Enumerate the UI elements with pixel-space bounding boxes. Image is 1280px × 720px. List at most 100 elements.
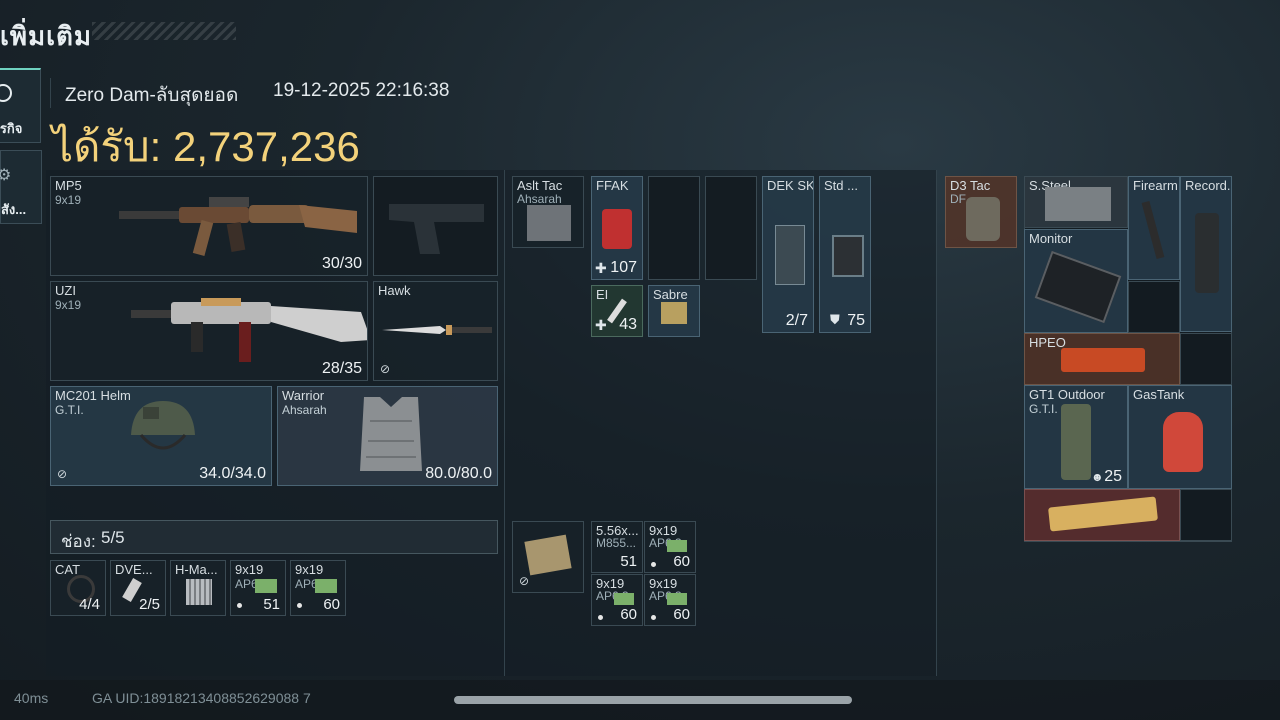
item-name: H-Ma...: [175, 562, 218, 577]
item-count: 60: [673, 553, 690, 570]
helmet-slot[interactable]: MC201 Helm G.T.I. ⊘ 34.0/34.0: [50, 386, 272, 486]
item-count: 60: [620, 606, 637, 623]
backpack-empty-slot[interactable]: [1180, 333, 1232, 385]
item-name: EI: [596, 287, 609, 302]
item-count: 60: [673, 606, 690, 623]
item-name: Warrior: [282, 388, 325, 403]
uid-text: GA UID:18918213408852629088 7: [92, 690, 311, 706]
slots-value: 5/5: [101, 528, 125, 547]
item-count: 107: [610, 259, 637, 276]
medical-cross-icon: ✚: [595, 317, 607, 333]
item-name: DEK SK: [767, 178, 814, 193]
backpack-item-monitor[interactable]: Monitor: [1024, 229, 1128, 333]
sidebar-tab-settings[interactable]: ⚙ สัง...: [0, 150, 42, 224]
item-count: 51: [263, 596, 280, 613]
backpack-item-gastank[interactable]: GasTank: [1128, 385, 1232, 489]
item-name: GT1 Outdoor: [1029, 387, 1105, 402]
rig-item-std[interactable]: Std ... ⛊ 75: [819, 176, 871, 333]
bullet-dot-icon: [237, 603, 242, 608]
ammo-box-icon: [614, 593, 634, 605]
item-count: 60: [323, 596, 340, 613]
pouch-container-slot[interactable]: ⊘: [512, 521, 584, 593]
ammo-box-icon: [315, 579, 337, 593]
pouch-item-ammo[interactable]: 9x19 AP6.3 60: [290, 560, 346, 616]
people-icon: ☻: [1091, 470, 1104, 484]
horizontal-scrollbar[interactable]: [454, 696, 852, 704]
item-name: DVE...: [115, 562, 153, 577]
primary-weapon-slot[interactable]: MP5 9x19 30/30: [50, 176, 368, 276]
bullet-dot-icon: [297, 603, 302, 608]
bullet-dot-icon: [598, 615, 603, 620]
item-name: FFAK: [596, 178, 629, 193]
item-caliber: 9x19: [55, 193, 82, 207]
bandage-icon: [186, 579, 212, 605]
primary-weapon-slot-2[interactable]: UZI 9x19 28/35: [50, 281, 368, 381]
backpack-item-gold[interactable]: [1024, 489, 1180, 541]
backpack-item-ssteel[interactable]: S.Steel: [1024, 176, 1128, 228]
item-brand: G.T.I.: [1029, 402, 1058, 416]
backpack-slot[interactable]: D3 Tac DF: [945, 176, 1017, 248]
unlocked-icon: ⊘: [519, 574, 530, 588]
gas-tank-icon: [1163, 412, 1203, 472]
item-name: MP5: [55, 178, 82, 193]
item-count: 51: [620, 553, 637, 570]
item-name: 9x19: [235, 562, 264, 577]
pouch-item-dve[interactable]: DVE... 2/5: [110, 560, 166, 616]
secondary-weapon-slot[interactable]: [373, 176, 498, 276]
backpack-empty-slot[interactable]: [1180, 489, 1232, 541]
rig-empty-slot[interactable]: [648, 176, 700, 280]
backpack-item-record[interactable]: Record...: [1180, 176, 1232, 332]
rig-ammo-9x19[interactable]: 9x19 AP6.3 60: [591, 574, 643, 626]
monitor-icon: [1034, 250, 1122, 324]
ammo-box-icon: [255, 579, 277, 593]
item-brand: Ahsarah: [282, 403, 327, 417]
map-name: Zero Dam-ลับสุดยอด: [65, 85, 239, 106]
match-datetime: 19-12-2025 22:16:38: [273, 80, 450, 101]
slots-label: ช่อง:: [61, 532, 96, 551]
rig-empty-slot[interactable]: [705, 176, 757, 280]
item-count: 2/7: [785, 312, 808, 329]
chest-rig-slot[interactable]: Aslt Tac Ahsarah: [512, 176, 584, 248]
ammo-box-icon: [667, 593, 687, 605]
device-icon: [832, 235, 864, 277]
rig-item-sabre[interactable]: Sabre: [648, 285, 700, 337]
rig-item-ei[interactable]: EI ✚ 43: [591, 285, 643, 337]
divider: [504, 170, 505, 676]
backpack-empty-slot[interactable]: [1128, 281, 1180, 333]
screen-title: เพิ่มเติม: [0, 21, 93, 51]
item-count: 2/5: [139, 596, 160, 613]
sidebar-tab-missions[interactable]: ภารกิจ: [0, 68, 41, 143]
reward-value: 2,737,236: [172, 123, 360, 170]
rig-item-dek-sk[interactable]: DEK SK 2/7: [762, 176, 814, 333]
backpack-item-hpeo[interactable]: HPEO: [1024, 333, 1180, 385]
rig-ammo-9x19[interactable]: 9x19 AP6.3 60: [644, 574, 696, 626]
pouch-icon: [524, 534, 572, 576]
pouch-item-hma[interactable]: H-Ma...: [170, 560, 226, 616]
item-name: Sabre: [653, 287, 688, 302]
item-count: 75: [847, 312, 865, 329]
shield-icon: ⛊: [830, 312, 840, 327]
item-sub: M855...: [596, 536, 637, 550]
melee-slot[interactable]: Hawk ⊘: [373, 281, 498, 381]
item-name: D3 Tac: [950, 178, 991, 193]
backpack-icon: [966, 197, 1000, 241]
header-divider: [50, 78, 51, 108]
rig-ammo-556[interactable]: 5.56x... M855... 51: [591, 521, 643, 573]
target-icon: [0, 84, 12, 102]
item-name: Std ...: [824, 178, 858, 193]
ammo-count: 30/30: [321, 255, 362, 272]
item-name: Aslt Tac: [517, 178, 563, 193]
outdoor-bag-icon: [1061, 404, 1091, 480]
steel-plate-icon: [1045, 187, 1111, 221]
tool-kit-icon: [775, 225, 805, 285]
armor-slot[interactable]: Warrior Ahsarah 80.0/80.0: [277, 386, 498, 486]
backpack-item-gt1[interactable]: GT1 Outdoor G.T.I. ☻ 25: [1024, 385, 1128, 489]
backpack-item-firearm[interactable]: Firearm: [1128, 176, 1180, 280]
ammo-box-icon: [667, 540, 687, 552]
rig-item-ffak[interactable]: FFAK ✚ 107: [591, 176, 643, 280]
pouch-item-cat[interactable]: CAT 4/4: [50, 560, 106, 616]
pouch-item-ammo[interactable]: 9x19 AP6.3 51: [230, 560, 286, 616]
item-name: GasTank: [1133, 387, 1185, 402]
item-name: Record...: [1185, 178, 1231, 193]
rig-ammo-9x19[interactable]: 9x19 AP6.3 60: [644, 521, 696, 573]
